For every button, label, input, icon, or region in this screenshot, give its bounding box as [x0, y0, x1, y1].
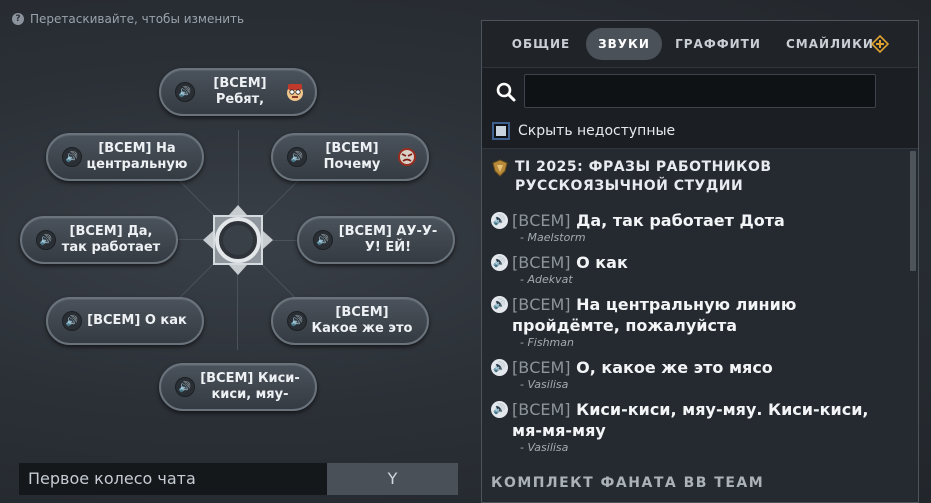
speaker-icon: 🔊 [175, 82, 195, 102]
sound-prefix: [ВСЕМ] [512, 295, 571, 314]
play-sound-icon[interactable]: 🔊 [491, 254, 508, 271]
speaker-icon: 🔊 [62, 311, 82, 331]
tab-sounds[interactable]: ЗВУКИ [586, 28, 662, 60]
question-icon: ? [12, 13, 24, 25]
sound-author: - Fishman [520, 336, 574, 349]
sound-author: - Maelstorm [520, 231, 586, 244]
search-input[interactable] [524, 74, 876, 108]
wheel-slot-left[interactable]: 🔊 [ВСЕМ] Да, так работает [20, 216, 178, 264]
speaker-icon: 🔊 [36, 230, 56, 250]
wheel-slot-bottom[interactable]: 🔊 [ВСЕМ] Киси- киси, мяу- [159, 363, 317, 411]
sound-text: Да, так работает Дота [576, 211, 785, 230]
wheel-slot-label: [ВСЕМ] Какое же это [311, 305, 413, 336]
wheel-slot-label: [ВСЕМ] Ребят, [213, 76, 267, 107]
sound-prefix: [ВСЕМ] [512, 211, 571, 230]
sound-item[interactable]: 🔊 [ВСЕМ] Киси-киси, мяу-мяу. Киси-киси, … [491, 399, 896, 455]
sound-text: О, какое же это мясо [576, 358, 773, 377]
wheel-slot-label: [ВСЕМ] Почему [323, 141, 381, 172]
speaker-icon: 🔊 [287, 311, 307, 331]
wheel-slot-bottom-right[interactable]: 🔊 [ВСЕМ] Какое же это [271, 297, 429, 345]
wheel-name-field[interactable]: Первое колесо чата [19, 463, 327, 495]
wheel-slot-label: [ВСЕМ] Киси- киси, мяу- [200, 371, 300, 402]
wheel-slot-label: [ВСЕМ] АУ-У- У! ЕЙ! [338, 224, 438, 255]
wheel-slot-top-left[interactable]: 🔊 [ВСЕМ] На центральную [46, 133, 204, 181]
sound-author: - Vasilisa [520, 378, 569, 391]
hide-unavailable-label: Скрыть недоступные [518, 123, 676, 139]
wheel-slot-bottom-left[interactable]: 🔊 [ВСЕМ] О как [46, 297, 204, 345]
speaker-icon: 🔊 [62, 147, 82, 167]
hint: ? Перетаскивайте, чтобы изменить [12, 12, 244, 26]
hint-text: Перетаскивайте, чтобы изменить [30, 12, 245, 26]
keybind-button[interactable]: Y [327, 463, 458, 495]
sound-author: - Vasilisa [520, 441, 569, 454]
section-title-text: TI 2025: ФРАЗЫ РАБОТНИКОВ РУССКОЯЗЫЧНОЙ … [515, 159, 772, 194]
hide-unavailable-checkbox[interactable] [492, 122, 510, 140]
wheel-slot-right[interactable]: 🔊 [ВСЕМ] АУ-У- У! ЕЙ! [297, 216, 455, 264]
wheel-slot-top[interactable]: 🔊 [ВСЕМ] Ребят, [159, 68, 317, 116]
speaker-icon: 🔊 [287, 147, 307, 167]
tab-emoticons[interactable]: СМАЙЛИКИ [786, 28, 873, 60]
wheel-slot-top-right[interactable]: 🔊 [ВСЕМ] Почему [271, 133, 429, 181]
next-section-title: КОМПЛЕКТ ФАНАТА BB TEAM [491, 475, 765, 491]
chat-wheel-panel: ОБЩИЕ ЗВУКИ ГРАФФИТИ СМАЙЛИКИ Скрыть нед… [481, 20, 919, 503]
sound-list: TI 2025: ФРАЗЫ РАБОТНИКОВ РУССКОЯЗЫЧНОЙ … [482, 149, 918, 502]
speaker-icon: 🔊 [175, 377, 195, 397]
tab-bar: ОБЩИЕ ЗВУКИ ГРАФФИТИ СМАЙЛИКИ [482, 21, 918, 67]
nerd-face-icon [287, 84, 303, 101]
tab-general[interactable]: ОБЩИЕ [500, 28, 582, 60]
wheel-slot-label: [ВСЕМ] На центральную [86, 141, 188, 172]
sound-text: О как [576, 253, 628, 272]
search-icon [496, 82, 516, 102]
speaker-icon: 🔊 [313, 230, 333, 250]
wheel-center-icon [203, 205, 273, 275]
plus-badge-icon [871, 35, 889, 53]
sound-prefix: [ВСЕМ] [512, 253, 571, 272]
wheel-slot-label: [ВСЕМ] Да, так работает [61, 224, 161, 255]
play-sound-icon[interactable]: 🔊 [491, 359, 508, 376]
tab-graffiti[interactable]: ГРАФФИТИ [672, 28, 764, 60]
hide-unavailable-toggle[interactable]: Скрыть недоступные [492, 122, 675, 140]
sound-author: - Adekvat [520, 273, 573, 286]
sound-item[interactable]: 🔊 [ВСЕМ] О как - Adekvat [491, 252, 896, 287]
play-sound-icon[interactable]: 🔊 [491, 212, 508, 229]
sound-item[interactable]: 🔊 [ВСЕМ] О, какое же это мясо - Vasilisa [491, 357, 896, 392]
sound-prefix: [ВСЕМ] [512, 358, 571, 377]
sound-item[interactable]: 🔊 [ВСЕМ] На центральную линию пройдёмте,… [491, 294, 896, 350]
search-row [482, 67, 918, 114]
section-title: TI 2025: ФРАЗЫ РАБОТНИКОВ РУССКОЯЗЫЧНОЙ … [491, 158, 901, 196]
angry-face-icon [398, 148, 416, 166]
play-sound-icon[interactable]: 🔊 [491, 401, 508, 418]
play-sound-icon[interactable]: 🔊 [491, 296, 508, 313]
sound-prefix: [ВСЕМ] [512, 400, 571, 419]
scrollbar[interactable] [910, 151, 916, 271]
wheel-slot-label: [ВСЕМ] О как [87, 313, 187, 328]
ti-badge-icon [492, 159, 508, 177]
sound-item[interactable]: 🔊 [ВСЕМ] Да, так работает Дота - Maelsto… [491, 210, 896, 245]
